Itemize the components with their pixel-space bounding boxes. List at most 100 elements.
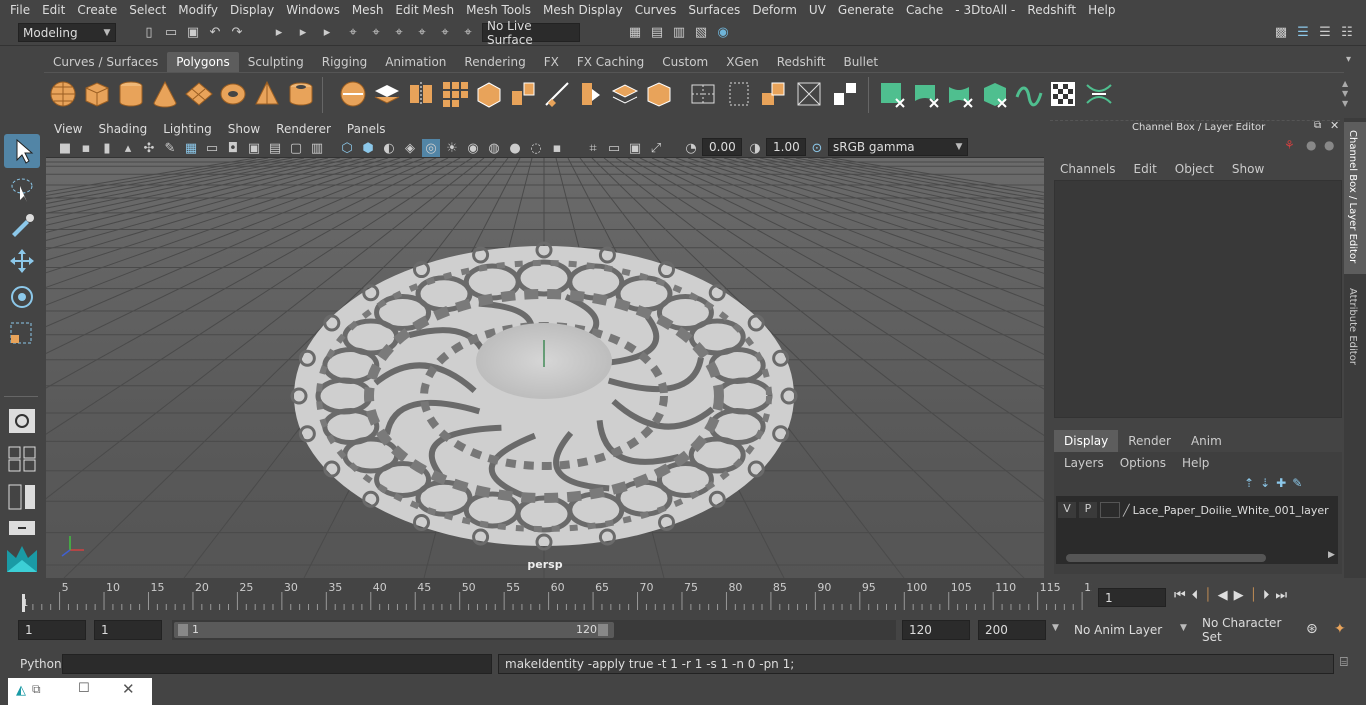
color-management-icon[interactable]: ⊙ bbox=[808, 139, 826, 157]
planar-map-icon[interactable] bbox=[724, 79, 754, 109]
workspace-icon[interactable]: ▩ bbox=[1272, 23, 1290, 41]
playback-start-field[interactable]: 1 bbox=[94, 620, 162, 640]
scroll-right-icon[interactable]: ▶ bbox=[1328, 550, 1335, 560]
playback-end-field[interactable]: 120 bbox=[902, 620, 970, 640]
step-forward-key-icon[interactable]: ⏵ bbox=[1263, 588, 1270, 603]
script-language-label[interactable]: Python bbox=[20, 657, 62, 671]
menu-display[interactable]: Display bbox=[224, 3, 280, 17]
channel-box-toggle-icon[interactable]: ☰ bbox=[1316, 23, 1334, 41]
menu-modify[interactable]: Modify bbox=[172, 3, 224, 17]
axis-icon[interactable]: ⚘ bbox=[1284, 138, 1295, 152]
select-object-icon[interactable]: ▸ bbox=[294, 23, 312, 41]
menu-windows[interactable]: Windows bbox=[280, 3, 346, 17]
shelf-tab-sculpting[interactable]: Sculpting bbox=[239, 52, 313, 72]
maximize-icon[interactable]: ☐ bbox=[78, 681, 90, 696]
paint-select-icon[interactable] bbox=[6, 210, 38, 240]
menu-generate[interactable]: Generate bbox=[832, 3, 900, 17]
panel-menu-lighting[interactable]: Lighting bbox=[155, 122, 220, 136]
green-twist-icon[interactable] bbox=[1084, 79, 1114, 109]
target-weld-icon[interactable] bbox=[610, 79, 640, 109]
hypershade-icon[interactable]: ◉ bbox=[714, 23, 732, 41]
scene-start-field[interactable]: 1 bbox=[18, 620, 86, 640]
poly-cylinder-icon[interactable] bbox=[116, 79, 146, 109]
poly-prism-icon[interactable] bbox=[252, 79, 282, 109]
snap-vertex-icon[interactable]: ⌖ bbox=[459, 23, 477, 41]
save-scene-icon[interactable]: ▣ bbox=[184, 23, 202, 41]
xray-icon[interactable]: ◎ bbox=[422, 139, 440, 157]
layout-uv-icon[interactable] bbox=[794, 79, 824, 109]
snap-view-icon[interactable]: ⌖ bbox=[413, 23, 431, 41]
ipr-render-icon[interactable]: ▥ bbox=[670, 23, 688, 41]
go-to-start-icon[interactable]: ⏮ bbox=[1174, 588, 1186, 603]
snap-grid-icon[interactable]: ⌖ bbox=[344, 23, 362, 41]
panel-menu-show[interactable]: Show bbox=[220, 122, 268, 136]
show-menu[interactable]: Show bbox=[1232, 162, 1264, 176]
resolution-gate-icon[interactable]: ◘ bbox=[224, 139, 242, 157]
menu-3dtoall[interactable]: - 3DtoAll - bbox=[949, 3, 1021, 17]
default-light-icon[interactable]: ◐ bbox=[380, 139, 398, 157]
menu-mesh-tools[interactable]: Mesh Tools bbox=[460, 3, 537, 17]
character-set-dropdown[interactable]: No Character Set bbox=[1196, 616, 1300, 644]
menu-edit[interactable]: Edit bbox=[36, 3, 71, 17]
mode-dropdown[interactable]: Modeling ▼ bbox=[18, 23, 116, 42]
shelf-tab-redshift[interactable]: Redshift bbox=[768, 52, 835, 72]
smooth-icon[interactable] bbox=[440, 79, 470, 109]
film-gate-icon[interactable]: ▭ bbox=[203, 139, 221, 157]
rotate-tool-icon[interactable] bbox=[6, 282, 38, 312]
separate-icon[interactable] bbox=[372, 79, 402, 109]
menu-mesh-display[interactable]: Mesh Display bbox=[537, 3, 629, 17]
menu-deform[interactable]: Deform bbox=[746, 3, 803, 17]
frame-selection-icon[interactable]: ⌗ bbox=[584, 139, 602, 157]
close-icon[interactable]: ✕ bbox=[122, 680, 135, 698]
green-cube-icon[interactable] bbox=[878, 79, 908, 109]
frame-all-icon[interactable]: ⤢ bbox=[647, 139, 665, 157]
range-slider-handle[interactable]: 1 120 bbox=[174, 622, 614, 638]
select-tool-button[interactable] bbox=[4, 134, 40, 168]
smooth-shade-icon[interactable]: ⬢ bbox=[359, 139, 377, 157]
redo-icon[interactable]: ↷ bbox=[228, 23, 246, 41]
outliner-layout-icon[interactable] bbox=[6, 518, 38, 538]
exposure-field[interactable]: 0.00 bbox=[702, 138, 742, 156]
bevel-icon[interactable] bbox=[576, 79, 606, 109]
render-view-icon[interactable]: ▦ bbox=[626, 23, 644, 41]
hud-icon[interactable]: ▭ bbox=[605, 139, 623, 157]
object-menu[interactable]: Object bbox=[1175, 162, 1214, 176]
two-d-pan-icon[interactable]: ✣ bbox=[140, 139, 158, 157]
panel-menu-shading[interactable]: Shading bbox=[90, 122, 155, 136]
snap-point-icon[interactable]: ⌖ bbox=[390, 23, 408, 41]
textured-icon[interactable]: ◈ bbox=[401, 139, 419, 157]
anti-aliasing-icon[interactable]: ● bbox=[506, 139, 524, 157]
unfold-icon[interactable] bbox=[758, 79, 788, 109]
snap-curve-icon[interactable]: ⌖ bbox=[367, 23, 385, 41]
menu-create[interactable]: Create bbox=[71, 3, 123, 17]
camera-attributes-icon[interactable]: ▪ bbox=[77, 139, 95, 157]
shelf-tab-rendering[interactable]: Rendering bbox=[455, 52, 534, 72]
camera-select-icon[interactable]: ■ bbox=[56, 139, 74, 157]
render-frame-icon[interactable]: ▤ bbox=[648, 23, 666, 41]
shelf-tab-fx[interactable]: FX bbox=[535, 52, 568, 72]
colorspace-dropdown[interactable]: sRGB gamma ▼ bbox=[828, 138, 968, 156]
shelf-tab-xgen[interactable]: XGen bbox=[717, 52, 768, 72]
menu-curves[interactable]: Curves bbox=[629, 3, 683, 17]
channel-list[interactable] bbox=[1054, 180, 1342, 418]
panel-menu-panels[interactable]: Panels bbox=[339, 122, 394, 136]
shadows-icon[interactable]: ☀ bbox=[443, 139, 461, 157]
float-panel-icon[interactable]: ⧉ bbox=[1314, 120, 1321, 131]
green-flare-icon[interactable] bbox=[946, 79, 976, 109]
poly-sphere-icon[interactable] bbox=[48, 79, 78, 109]
scene-end-field[interactable]: 200 bbox=[978, 620, 1046, 640]
layers-menu[interactable]: Layers bbox=[1064, 456, 1104, 470]
field-chart-icon[interactable]: ▤ bbox=[266, 139, 284, 157]
shelf-tab-fx-caching[interactable]: FX Caching bbox=[568, 52, 653, 72]
tab-display[interactable]: Display bbox=[1054, 430, 1119, 452]
range-start-grip[interactable] bbox=[178, 624, 188, 636]
scale-tool-icon[interactable] bbox=[6, 318, 38, 348]
uv-shells-icon[interactable] bbox=[830, 79, 860, 109]
menu-surfaces[interactable]: Surfaces bbox=[682, 3, 746, 17]
channels-menu[interactable]: Channels bbox=[1060, 162, 1116, 176]
safe-action-icon[interactable]: ▢ bbox=[287, 139, 305, 157]
multi-cut-icon[interactable] bbox=[542, 79, 572, 109]
shelf-tab-polygons[interactable]: Polygons bbox=[167, 52, 239, 72]
four-view-layout-icon[interactable] bbox=[6, 444, 38, 474]
uv-editor-icon[interactable] bbox=[688, 79, 718, 109]
